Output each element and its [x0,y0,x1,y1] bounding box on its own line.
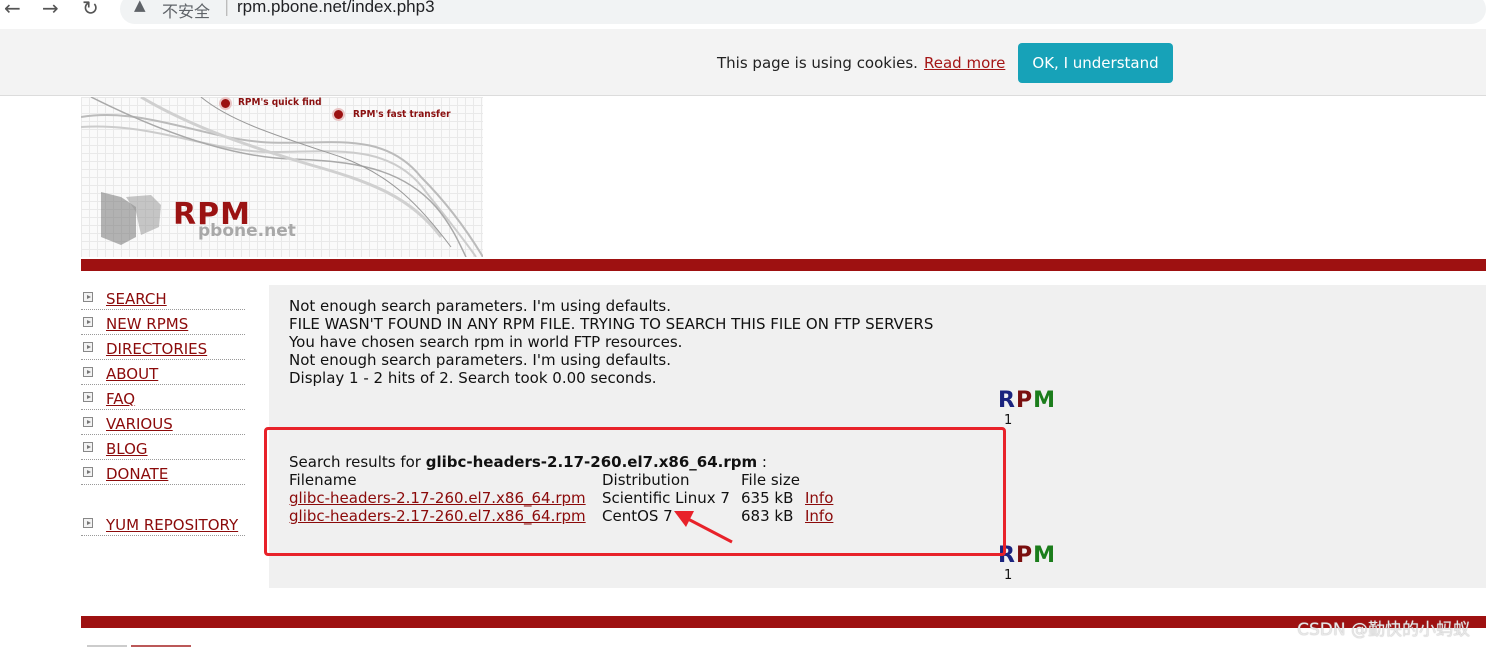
status-message: Not enough search parameters. I'm using … [289,297,671,315]
annotation-highlight-box [264,427,1006,556]
cookie-banner: This page is using cookies. Read more OK… [0,29,1486,96]
sidebar-item-directories[interactable]: DIRECTORIES [81,335,245,360]
status-message: Not enough search parameters. I'm using … [289,351,671,369]
address-bar[interactable]: ▲ 不安全 | rpm.pbone.net/index.php3 [120,0,1486,24]
bullet-arrow-icon [83,467,93,477]
sidebar-item-new-rpms[interactable]: NEW RPMS [81,310,245,335]
sidebar-link[interactable]: SEARCH [106,290,167,308]
warning-triangle-icon[interactable]: ▲ [134,0,146,14]
banner-fast-transfer: RPM's fast transfer [353,109,451,120]
status-message: Display 1 - 2 hits of 2. Search took 0.0… [289,369,657,387]
bullet-arrow-icon [83,367,93,377]
bullet-arrow-icon [83,342,93,352]
sidebar-link[interactable]: VARIOUS [106,415,173,433]
rpm-badge-number: 1 [1004,413,1013,428]
bullet-icon [332,108,345,121]
rpm-logo-badge: RPM [998,388,1056,413]
sidebar-link[interactable]: DIRECTORIES [106,340,207,358]
header-divider [81,259,1486,271]
accept-cookies-button[interactable]: OK, I understand [1018,43,1173,83]
sidebar-link[interactable]: YUM REPOSITORY [106,516,238,534]
bullet-arrow-icon [83,417,93,427]
footer-logo [81,638,201,647]
url-separator: | [224,0,230,16]
sidebar-link[interactable]: NEW RPMS [106,315,188,333]
reload-icon[interactable]: ↻ [82,0,99,20]
sidebar-item-search[interactable]: SEARCH [81,285,245,310]
browser-toolbar: ← → ↻ ▲ 不安全 | rpm.pbone.net/index.php3 [0,0,1486,29]
sidebar-link[interactable]: DONATE [106,465,168,483]
bullet-icon [219,97,232,110]
sidebar-item-donate[interactable]: DONATE [81,460,245,485]
footer-divider [81,616,1486,628]
sidebar-item-about[interactable]: ABOUT [81,360,245,385]
header-banner: RPM's quick find RPM's fast transfer RPM… [81,97,483,257]
cookie-message: This page is using cookies. [717,54,918,72]
arrow-right-icon[interactable]: → [42,0,59,20]
sidebar-item-faq[interactable]: FAQ [81,385,245,410]
logo-subtext: pbone.net [198,221,296,241]
sidebar-item-various[interactable]: VARIOUS [81,410,245,435]
sidebar-link[interactable]: BLOG [106,440,148,458]
sidebar-item-blog[interactable]: BLOG [81,435,245,460]
annotation-arrow-icon [674,511,733,544]
bullet-arrow-icon [83,292,93,302]
read-more-link[interactable]: Read more [924,54,1005,72]
sidebar-link[interactable]: ABOUT [106,365,158,383]
security-label[interactable]: 不安全 [162,0,210,22]
bullet-arrow-icon [83,317,93,327]
bullet-arrow-icon [83,518,93,528]
banner-quick-find: RPM's quick find [238,97,322,108]
rpm-badge-number: 1 [1004,568,1013,583]
sidebar-link[interactable]: FAQ [106,390,135,408]
status-message: You have chosen search rpm in world FTP … [289,333,683,351]
bullet-arrow-icon [83,442,93,452]
arrow-left-icon[interactable]: ← [4,0,21,20]
status-message: FILE WASN'T FOUND IN ANY RPM FILE. TRYIN… [289,315,934,333]
watermark: CSDN @勤快的小蚂蚁 [1297,620,1470,640]
bullet-arrow-icon [83,392,93,402]
url-text[interactable]: rpm.pbone.net/index.php3 [237,0,435,17]
rpm-logo-badge: RPM [998,543,1056,568]
sidebar-item-yum-repository[interactable]: YUM REPOSITORY [81,511,245,536]
